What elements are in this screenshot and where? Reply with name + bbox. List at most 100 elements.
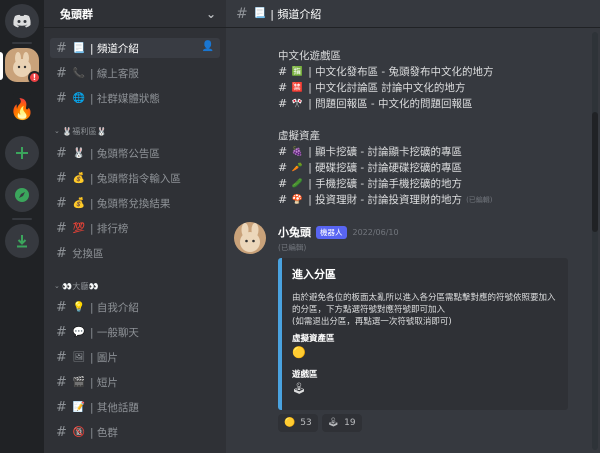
hash-icon: #	[56, 299, 67, 315]
channel-label: 兌換區	[72, 247, 104, 260]
reaction-count: 53	[300, 418, 312, 428]
hundred-icon: 💯	[72, 222, 86, 234]
channel-intro[interactable]: # 📃 | 頻道介紹 👤	[50, 38, 220, 58]
channel-coin-result[interactable]: # 💰 | 兔頭幣兌換結果	[50, 193, 220, 213]
download-apps-button[interactable]	[5, 224, 39, 258]
channel-link-line[interactable]: # 🥕 | 硬碟挖礦 - 討論硬碟挖礦的專區	[278, 160, 462, 175]
category-label: 🐰福利區🐰	[62, 126, 107, 136]
hash-icon: #	[56, 424, 67, 440]
hash-icon: #	[56, 399, 67, 415]
scrollbar-thumb[interactable]	[592, 112, 598, 232]
channel-images[interactable]: # 🖼 | 圖片	[50, 347, 220, 367]
channel-link-line[interactable]: # 🎌 | 問題回報區 - 中文化的問題回報區	[278, 96, 473, 111]
message-timestamp: 2022/06/10	[352, 227, 399, 237]
reaction-button[interactable]: 🟡 53	[278, 414, 318, 432]
channel-redeem[interactable]: # 兌換區	[50, 243, 220, 263]
active-server-indicator	[0, 52, 3, 80]
channel-general[interactable]: # 💬 | 一般聊天	[50, 322, 220, 342]
money-bag-icon: 💰	[72, 172, 86, 184]
hash-icon: #	[56, 374, 67, 390]
category-welfare[interactable]: ⌄ 🐰福利區🐰	[54, 124, 107, 138]
channel-leaderboard[interactable]: # 💯 | 排行榜	[50, 218, 220, 238]
channel-label: | 排行榜	[90, 222, 129, 235]
channel-coin-command[interactable]: # 💰 | 兔頭幣指令輸入區	[50, 168, 220, 188]
channel-title: | 頻道介紹	[270, 7, 322, 21]
embed-description: 由於避免各位的板面太亂所以進入各分區需點擊對應的符號依照要加入的分區，下方點選符…	[292, 293, 556, 327]
channel-coin-announce[interactable]: # 🐰 | 兔頭幣公告區	[50, 143, 220, 163]
chevron-down-icon: ⌄	[54, 282, 61, 290]
hash-icon: #	[56, 90, 67, 106]
hash-icon: #	[56, 65, 67, 81]
channel-other-topics[interactable]: # 📝 | 其他話題	[50, 397, 220, 417]
discord-home-button[interactable]	[5, 4, 39, 38]
rabbit-icon: 🐰	[72, 147, 86, 159]
channel-link-line[interactable]: # 🍄 | 投資理財 - 討論投資理財的地方 (已編輯)	[278, 192, 493, 207]
add-server-button[interactable]	[5, 136, 39, 170]
channel-link-line[interactable]: # 🈲 | 中文化討論區 討論中文化的地方	[278, 80, 465, 95]
channel-link-line[interactable]: # 🍇 | 顯卡挖礦 - 討論顯卡挖礦的專區	[278, 144, 462, 159]
joystick-icon: 🕹	[327, 418, 340, 428]
line-text: | 中文化討論區 討論中文化的地方	[308, 82, 466, 94]
channel-support[interactable]: # 📞 | 線上客服	[50, 63, 220, 83]
reaction-bar: 🟡 53 🕹 19	[278, 414, 366, 432]
channel-emoji-icon: 🍇	[291, 146, 303, 157]
line-text: | 問題回報區 - 中文化的問題回報區	[308, 98, 473, 110]
author-name[interactable]: 小兔頭	[278, 224, 311, 240]
channel-label: | 兔頭幣公告區	[90, 147, 160, 160]
reaction-button[interactable]: 🕹 19	[321, 414, 362, 432]
compass-icon	[15, 188, 29, 202]
line-text: | 投資理財 - 討論投資理財的地方	[308, 194, 463, 206]
line-text: | 顯卡挖礦 - 討論顯卡挖礦的專區	[308, 146, 463, 158]
hash-icon: #	[56, 324, 67, 340]
coin-icon: 🟡	[284, 418, 296, 428]
download-icon	[17, 235, 27, 248]
channel-emoji-icon: 🥒	[291, 178, 303, 189]
server-header[interactable]: 兔頭群 ⌄	[44, 0, 226, 28]
message-header: 小兔頭 機器人 2022/06/10	[278, 224, 399, 240]
hash-icon: #	[278, 193, 288, 206]
channel-link-line[interactable]: # 🈯 | 中文化發布區 - 兔頭發布中文化的地方	[278, 64, 494, 79]
discord-logo-icon	[13, 14, 31, 27]
edited-label: (已編輯)	[466, 195, 493, 204]
hash-icon: #	[56, 145, 67, 161]
channel-sidebar: 兔頭群 ⌄ # 📃 | 頻道介紹 👤 # 📞 | 線上客服 # 🌐 | 社群媒體…	[44, 0, 226, 453]
line-text: | 手機挖礦 - 討論手機挖礦的地方	[308, 178, 463, 190]
category-lobby[interactable]: ⌄ 👀大廳👀	[54, 279, 99, 293]
embed-field-name: 遊戲區	[292, 370, 318, 380]
channel-label: | 兔頭幣兌換結果	[90, 197, 171, 210]
server-rail: ! 🔥	[0, 0, 44, 453]
hash-icon: #	[56, 349, 67, 365]
channel-nsfw[interactable]: # 🔞 | 色群	[50, 422, 220, 442]
hash-icon: #	[236, 5, 248, 22]
hash-icon: #	[278, 65, 288, 78]
channel-label: | 一般聊天	[90, 326, 139, 339]
channel-social-status[interactable]: # 🌐 | 社群媒體狀態	[50, 88, 220, 108]
channel-label: | 圖片	[90, 351, 118, 364]
bot-role-badge: 機器人	[316, 225, 347, 239]
server-icon-fire[interactable]: 🔥	[5, 92, 39, 126]
channel-link-line[interactable]: # 🥒 | 手機挖礦 - 討論手機挖礦的地方	[278, 176, 462, 191]
server-name: 兔頭群	[60, 7, 93, 21]
globe-icon: 🌐	[72, 92, 86, 104]
chevron-down-icon: ⌄	[205, 6, 216, 21]
explore-servers-button[interactable]	[5, 178, 39, 212]
avatar[interactable]	[234, 222, 266, 254]
channel-emoji-icon: 🈲	[291, 82, 303, 93]
add-member-icon[interactable]: 👤	[202, 41, 214, 52]
coin-icon: 🟡	[292, 346, 306, 359]
scrollbar[interactable]	[592, 32, 598, 450]
channel-self-intro[interactable]: # 💡 | 自我介紹	[50, 297, 220, 317]
channel-label: | 兔頭幣指令輸入區	[90, 172, 181, 185]
money-bag-icon: 💰	[72, 197, 86, 209]
hash-icon: #	[56, 170, 67, 186]
hash-icon: #	[56, 220, 67, 236]
channel-videos[interactable]: # 🎬 | 短片	[50, 372, 220, 392]
page-emoji-icon: 📃	[253, 8, 267, 19]
reaction-count: 19	[344, 418, 356, 428]
group-title: 虛擬資產	[278, 130, 320, 142]
hash-icon: #	[56, 195, 67, 211]
message-embed: 進入分區 由於避免各位的板面太亂所以進入各分區需點擊對應的符號依照要加入的分區，…	[278, 258, 568, 410]
notification-badge: !	[28, 71, 41, 84]
server-icon-rabbit[interactable]: !	[5, 48, 41, 84]
channel-emoji-icon: 🎌	[291, 98, 303, 109]
